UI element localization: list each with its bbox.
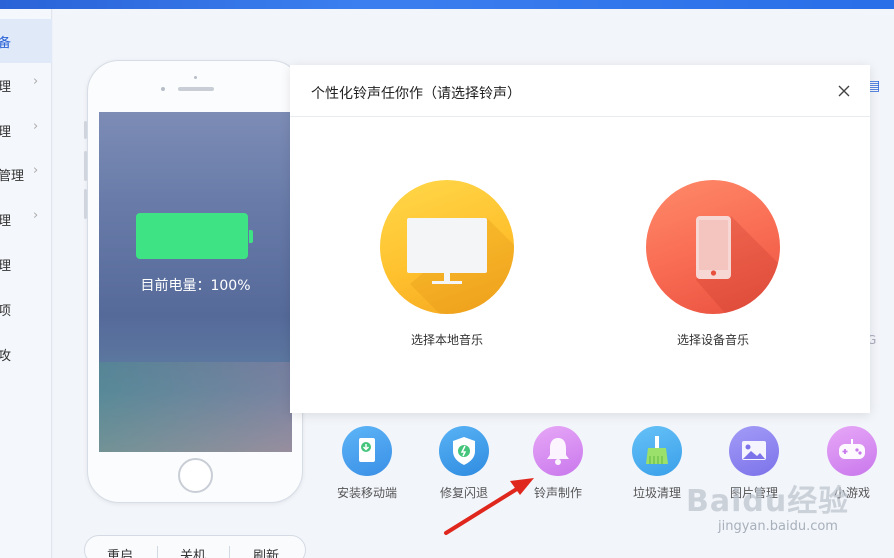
broom-icon [632,426,682,476]
refresh-button[interactable]: 刷新 [253,545,279,558]
option-label: 选择设备音乐 [676,333,749,347]
divider [229,546,230,558]
top-title-bar [0,0,894,9]
phone-mockup: 目前电量：100% [84,60,303,503]
gamepad-icon [827,426,877,476]
sidebar-item-label: 理 [0,214,12,229]
baidu-watermark: Baidu经验 [686,484,850,519]
battery-tip [249,230,253,243]
phone-mute-switch [84,121,87,139]
sidebar-item-7[interactable]: 项 [0,287,52,331]
divider [157,546,158,558]
phone-speaker [178,87,214,91]
sidebar-item-label: 备 [0,36,12,51]
chevron-right-icon: › [33,163,39,178]
phone-volume-down [84,189,87,219]
sidebar-item-5[interactable]: 理 › [0,197,52,241]
sidebar-item-label: 项 [0,304,12,319]
sidebar-item-device[interactable]: 备 [0,19,52,63]
picture-icon [729,426,779,476]
shutdown-button[interactable]: 关机 [180,545,206,558]
sidebar-item-4[interactable]: 管理 › [0,152,52,196]
tool-ringtone-maker[interactable]: 铃声制作 [518,426,598,506]
repair-shield-icon [439,426,489,476]
device-control-bar: 重启 关机 刷新 [84,535,306,558]
select-device-music-option[interactable]: 选择设备音乐 [646,180,780,350]
tool-junk-cleanup[interactable]: 垃圾清理 [617,426,697,506]
sidebar-item-label: 攻 [0,349,12,364]
sidebar-item-label: 理 [0,125,12,140]
home-button [178,458,213,493]
chevron-right-icon: › [33,208,39,223]
sidebar-item-2[interactable]: 理 › [0,63,52,107]
ringtone-select-dialog: 个性化铃声任你作（请选择铃声） 选择本地音乐 选择设备音乐 [290,65,870,413]
chevron-right-icon: › [33,74,39,89]
sidebar-item-8[interactable]: 攻 [0,332,52,376]
battery-level-text: 目前电量：100% [140,278,251,294]
bell-icon [533,426,583,476]
dialog-header: 个性化铃声任你作（请选择铃声） [290,65,870,117]
phone-volume-up [84,151,87,181]
tool-install-mobile[interactable]: 安装移动端 [327,426,407,506]
tool-label: 铃声制作 [533,486,582,500]
sidebar-item-label: 理 [0,80,12,95]
battery-icon [136,213,248,259]
select-local-music-option[interactable]: 选择本地音乐 [380,180,514,350]
option-label: 选择本地音乐 [410,333,483,347]
dialog-title: 个性化铃声任你作（请选择铃声） [311,86,521,102]
close-icon [838,85,850,97]
sidebar-item-3[interactable]: 理 › [0,108,52,152]
tool-label: 修复闪退 [439,486,488,500]
sidebar-item-6[interactable]: 理 [0,242,52,286]
phone-sensor [161,87,165,91]
watermark-url: jingyan.baidu.com [718,519,838,534]
chevron-right-icon: › [33,119,39,134]
restart-button[interactable]: 重启 [107,545,133,558]
sidebar-nav: 备 理 › 理 › 管理 › 理 › 理 项 攻 [0,9,52,558]
monitor-icon [380,180,514,314]
phone-camera [194,76,197,79]
install-mobile-icon [342,426,392,476]
sidebar-item-label: 管理 [0,169,25,184]
tool-label: 安装移动端 [336,486,397,500]
phone-screen: 目前电量：100% [99,112,292,452]
close-button[interactable] [834,81,854,101]
tool-repair-crash[interactable]: 修复闪退 [424,426,504,506]
phone-icon [646,180,780,314]
sidebar-item-label: 理 [0,259,12,274]
